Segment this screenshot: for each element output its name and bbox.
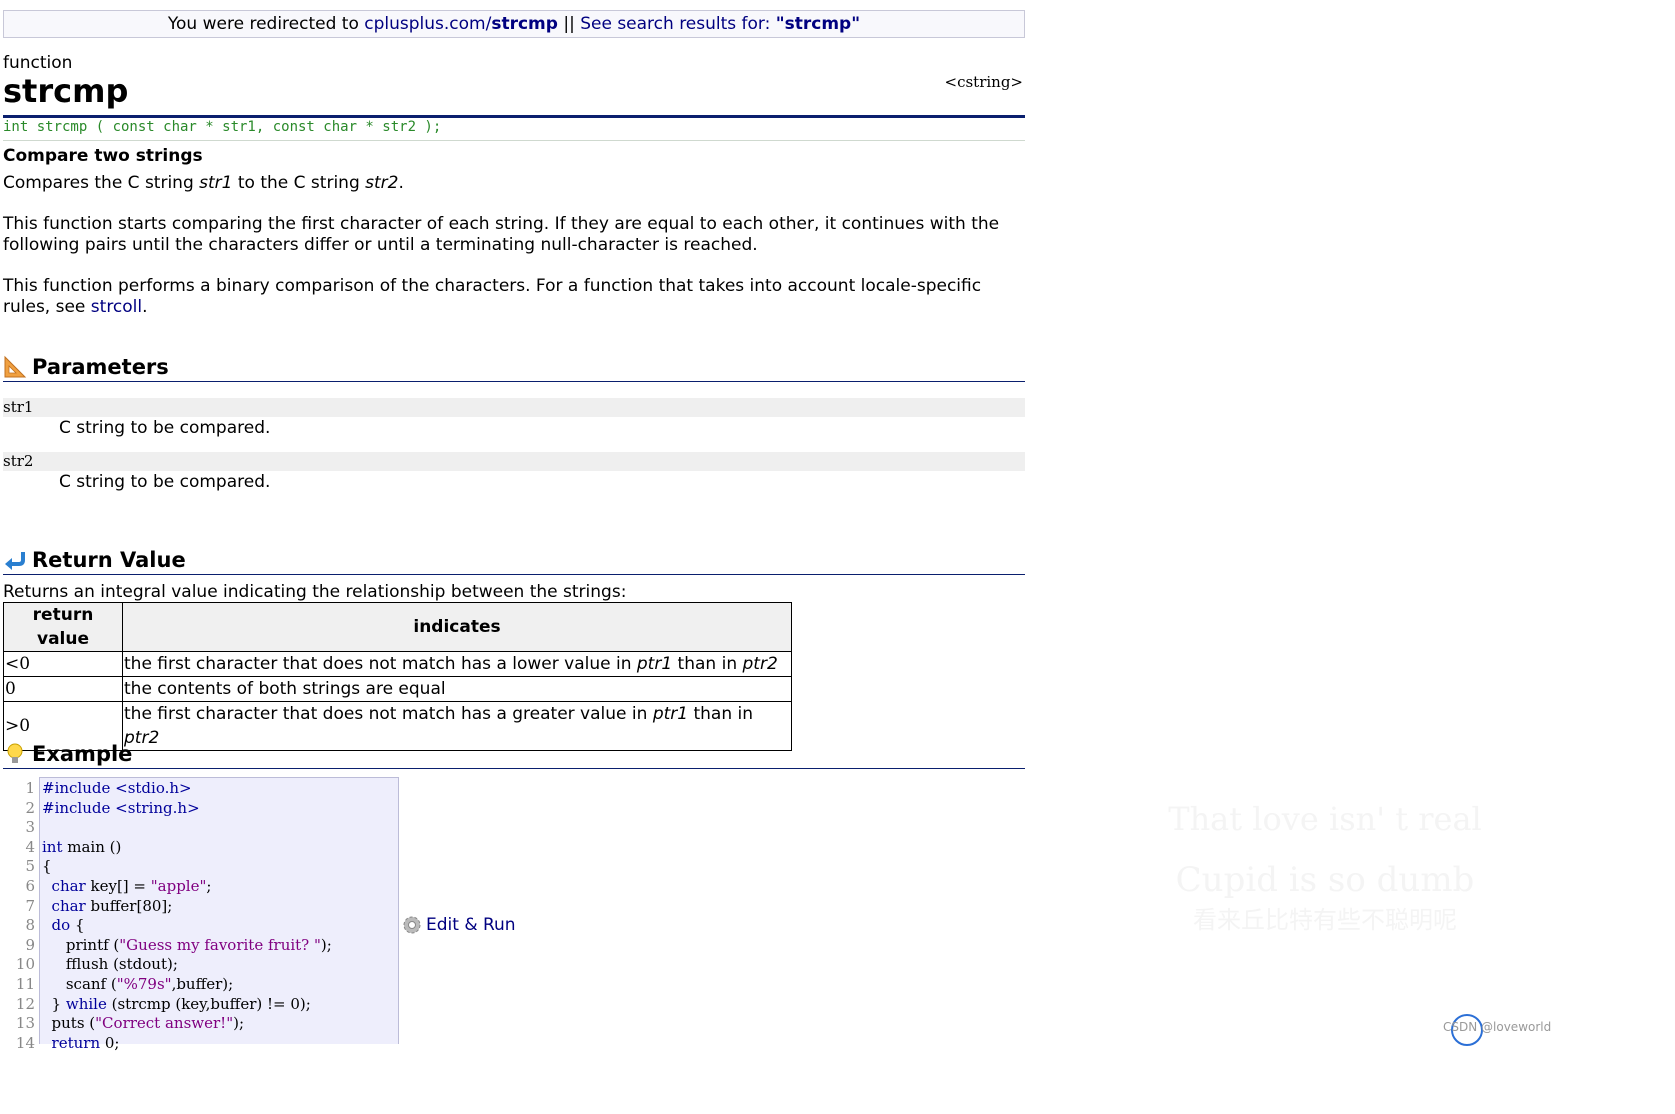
prototype-divider <box>3 140 1025 141</box>
watermark-line-1: That love isn' t real <box>1168 800 1482 838</box>
parameters-heading: Parameters <box>3 355 1025 382</box>
column-header: indicates <box>122 602 792 652</box>
line-number: 4 <box>25 837 35 856</box>
indicates-cell: the first character that does not match … <box>122 651 792 677</box>
csdn-watermark-text: CSDN @loveworld <box>1443 1020 1552 1034</box>
code-line: puts ("Correct answer!"); <box>42 1014 244 1033</box>
lightbulb-icon <box>7 743 23 763</box>
code-line: do { <box>51 916 85 935</box>
example-title: Example <box>32 742 133 766</box>
edit-run-label[interactable]: Edit & Run <box>426 915 516 935</box>
line-number: 14 <box>15 1033 35 1052</box>
ruler-triangle-icon <box>4 355 27 378</box>
param-name: str2 <box>3 452 1025 471</box>
code-line: #include <stdio.h> <box>42 779 192 797</box>
redirect-link[interactable]: cplusplus.com/strcmp <box>364 14 558 34</box>
watermark: That love isn' t real Cupid is so dumb 看… <box>1085 760 1565 935</box>
line-number: 6 <box>25 876 35 895</box>
code-line: #include <string.h> <box>42 798 200 817</box>
page-title: strcmp <box>3 72 129 110</box>
line-number: 5 <box>25 857 35 876</box>
code-line: return 0; <box>51 1033 120 1052</box>
line-number: 7 <box>25 896 35 915</box>
column-header: return value <box>3 602 123 652</box>
example-heading: Example <box>3 742 1025 769</box>
table-row: 0 the contents of both strings are equal <box>3 676 792 702</box>
title-divider <box>3 115 1025 118</box>
line-number: 2 <box>25 798 35 817</box>
watermark-line-3: 看来丘比特有些不聪明呢 <box>1193 906 1457 934</box>
code-line: char buffer[80]; <box>51 896 173 915</box>
description-paragraph-3: This function performs a binary comparis… <box>3 276 982 317</box>
code-listing[interactable]: #include <stdio.h> #include <string.h> int… <box>42 779 332 1053</box>
table-header-row: return value indicates <box>3 602 792 652</box>
line-number: 12 <box>15 994 35 1013</box>
parameters-title: Parameters <box>32 355 169 379</box>
line-number: 1 <box>25 779 35 797</box>
return-value-cell: 0 <box>3 676 123 702</box>
line-number: 8 <box>25 916 35 935</box>
entity-kind: function <box>3 53 73 73</box>
gear-icon <box>403 916 421 934</box>
line-number: 10 <box>15 955 35 974</box>
description-paragraph-1: Compares the C string str1 to the C stri… <box>3 173 404 193</box>
line-number: 13 <box>15 1014 35 1033</box>
line-number: 9 <box>25 935 35 954</box>
return-value-description: Returns an integral value indicating the… <box>3 582 627 602</box>
indicates-cell: the contents of both strings are equal <box>122 676 792 702</box>
header-file-label: <cstring> <box>944 73 1024 91</box>
return-value-table: return value indicates <0 the first char… <box>3 602 792 751</box>
param-name: str1 <box>3 398 1025 417</box>
code-line: fflush (stdout); <box>42 955 178 974</box>
return-value-title: Return Value <box>32 548 186 572</box>
redirect-prefix: You were redirected to <box>167 14 365 34</box>
short-description: Compare two strings <box>3 146 203 166</box>
param-description: C string to be compared. <box>59 418 271 438</box>
edit-run-link[interactable]: Edit & Run <box>402 915 516 935</box>
watermark-line-2: Cupid is so dumb <box>1175 860 1475 900</box>
return-value-cell: <0 <box>3 651 123 677</box>
description-paragraph-2: This function starts comparing the first… <box>3 214 1000 255</box>
return-value-heading: Return Value <box>3 548 1025 575</box>
function-prototype: int strcmp ( const char * str1, const ch… <box>3 119 442 135</box>
csdn-watermark: CSDN @loveworld <box>1443 1010 1568 1046</box>
code-line: scanf ("%79s",buffer); <box>42 974 234 993</box>
line-number: 3 <box>25 818 35 837</box>
code-line: printf ("Guess my favorite fruit? "); <box>42 935 332 954</box>
table-row: <0 the first character that does not mat… <box>3 651 792 677</box>
redirect-separator: || <box>557 14 581 34</box>
return-arrow-icon <box>5 552 25 570</box>
line-number: 11 <box>15 974 35 993</box>
code-line: int main () <box>42 837 122 856</box>
code-line: { <box>42 857 52 876</box>
code-line: char key[] = "apple"; <box>51 876 212 895</box>
strcoll-link[interactable]: strcoll <box>91 297 142 317</box>
code-line: } while (strcmp (key,buffer) != 0); <box>42 994 311 1013</box>
search-results-link[interactable]: See search results for: "strcmp" <box>580 14 860 34</box>
redirect-banner: You were redirected to cplusplus.com/str… <box>3 10 1025 38</box>
line-numbers: 1 2 3 4 5 6 7 8 9 10 11 12 13 14 <box>0 779 35 1053</box>
param-description: C string to be compared. <box>59 472 271 492</box>
